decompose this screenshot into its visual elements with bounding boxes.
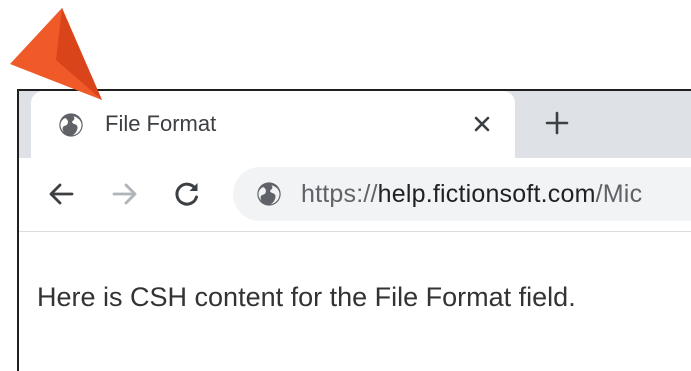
forward-button[interactable]: [107, 176, 143, 212]
url-host: help.fictionsoft.com: [377, 180, 596, 208]
globe-icon: [257, 182, 281, 206]
navigation-toolbar: https://help.fictionsoft.com/Mic: [19, 158, 691, 232]
reload-icon: [175, 182, 198, 206]
tab-strip: File Format: [19, 91, 691, 158]
browser-window: File Format https://help.fictionsoft.com…: [17, 89, 691, 371]
csh-content-text: Here is CSH content for the File Format …: [37, 282, 576, 312]
globe-icon: [59, 113, 83, 137]
back-arrow-icon: [49, 183, 74, 205]
forward-arrow-icon: [112, 183, 137, 205]
close-icon: [474, 116, 490, 132]
address-bar[interactable]: https://help.fictionsoft.com/Mic: [233, 167, 691, 221]
tab-title: File Format: [105, 111, 217, 136]
url-scheme: https://: [301, 180, 378, 208]
page-content: Here is CSH content for the File Format …: [19, 232, 691, 371]
orange-pointer-arrow-icon: [10, 8, 102, 100]
new-tab-button[interactable]: [539, 105, 575, 141]
screenshot-stage: File Format https://help.fictionsoft.com…: [0, 0, 691, 371]
plus-icon: [545, 111, 569, 135]
reload-button[interactable]: [169, 176, 205, 212]
back-button[interactable]: [43, 176, 79, 212]
tab-close-button[interactable]: [465, 107, 499, 141]
url-path: /Mic: [595, 180, 643, 208]
url-text: https://help.fictionsoft.com/Mic: [301, 179, 642, 209]
